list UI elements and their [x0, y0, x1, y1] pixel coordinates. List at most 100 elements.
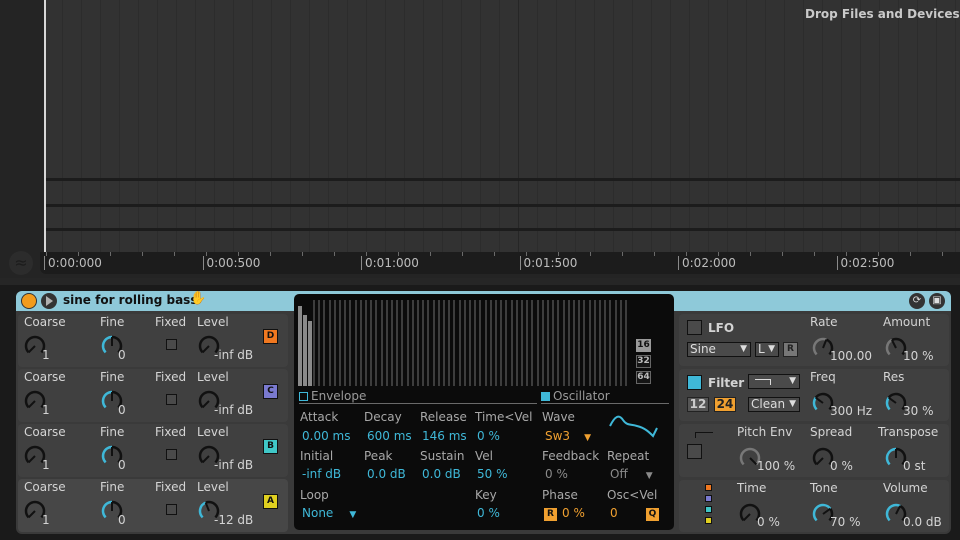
harmonic-bar[interactable] [298, 306, 302, 386]
harmonic-bar[interactable] [344, 300, 347, 386]
oscvel-quantize-button[interactable]: Q [646, 508, 659, 521]
harmonic-bar[interactable] [448, 300, 451, 386]
harmonic-bar[interactable] [401, 300, 404, 386]
harmonic-bar[interactable] [479, 300, 482, 386]
harmonic-bar[interactable] [328, 300, 331, 386]
harmonic-bar[interactable] [593, 300, 596, 386]
waveform-toggle-icon[interactable]: ≈ [9, 251, 33, 275]
harmonic-bar[interactable] [495, 300, 497, 386]
wave-dropdown[interactable]: Sw3 ▼ [545, 429, 591, 443]
harmonic-bar[interactable] [541, 300, 544, 386]
harmonic-bar[interactable] [443, 300, 445, 386]
lfo-wave-dropdown[interactable]: Sine ▼ [687, 342, 751, 357]
lfo-range-dropdown[interactable]: L ▼ [755, 342, 779, 357]
harmonic-bar[interactable] [370, 300, 373, 386]
feedback-value[interactable]: 0 % [545, 467, 568, 481]
harmonic-bar[interactable] [437, 300, 440, 386]
attack-value[interactable]: 0.00 ms [302, 429, 350, 443]
amount-value[interactable]: 10 % [903, 349, 934, 363]
slope-12-button[interactable]: 12 [687, 397, 709, 412]
save-preset-icon[interactable]: ▣ [929, 293, 945, 309]
oscillator-section-header[interactable]: Oscillator [541, 390, 669, 404]
harmonic-bar[interactable] [359, 300, 362, 386]
harmonic-bar[interactable] [573, 300, 575, 386]
harmonic-bar[interactable] [484, 300, 487, 386]
vel-value[interactable]: 50 % [477, 467, 508, 481]
pitch-env-toggle[interactable] [687, 444, 702, 459]
harmonic-bar[interactable] [303, 315, 307, 386]
harmonic-bar[interactable] [417, 300, 419, 386]
harmonic-bar[interactable] [380, 300, 383, 386]
release-value[interactable]: 146 ms [422, 429, 467, 443]
harmonic-bar[interactable] [609, 300, 612, 386]
harmonic-bar[interactable] [391, 300, 393, 386]
harmonic-bar[interactable] [458, 300, 461, 386]
spread-value[interactable]: 0 % [830, 459, 853, 473]
decay-value[interactable]: 600 ms [367, 429, 412, 443]
harmonic-bar[interactable] [547, 300, 549, 386]
harmonic-bar[interactable] [339, 300, 341, 386]
harmonic-bar[interactable] [385, 300, 388, 386]
tone-value[interactable]: 70 % [830, 515, 861, 529]
key-value[interactable]: 0 % [477, 506, 500, 520]
freq-value[interactable]: 300 Hz [830, 404, 872, 418]
fixed-checkbox[interactable] [166, 504, 177, 515]
harmonic-bar[interactable] [557, 300, 560, 386]
harmonic-bar[interactable] [318, 300, 321, 386]
time-ruler[interactable]: 0:00:000 0:00:500 0:01:000 0:01:500 0:02:000… [40, 252, 960, 274]
harmonic-bar[interactable] [313, 300, 315, 386]
loop-dropdown[interactable]: None ▼ [302, 506, 356, 520]
harmonic-bar[interactable] [354, 300, 357, 386]
playhead[interactable] [44, 0, 46, 256]
harmonic-bar[interactable] [427, 300, 430, 386]
operator-d-badge[interactable]: D [263, 329, 278, 344]
harmonic-bar[interactable] [531, 300, 534, 386]
harmonic-bar[interactable] [406, 300, 409, 386]
harmonic-bar[interactable] [510, 300, 513, 386]
harmonic-bar[interactable] [521, 300, 523, 386]
timevel-value[interactable]: 0 % [477, 429, 500, 443]
harmonic-bar[interactable] [500, 300, 503, 386]
operator-b-badge[interactable]: B [263, 439, 278, 454]
operator-a-badge[interactable]: A [263, 494, 278, 509]
sustain-value[interactable]: 0.0 dB [422, 467, 461, 481]
harmonics-editor[interactable] [298, 300, 628, 386]
harmonic-bar[interactable] [505, 300, 508, 386]
harmonics-size-64-button[interactable]: 64 [636, 371, 651, 384]
oscvel-value[interactable]: 0 [610, 506, 618, 520]
harmonic-bar[interactable] [333, 300, 336, 386]
repeat-dropdown[interactable]: Off ▼ [610, 467, 653, 481]
harmonic-bar[interactable] [489, 300, 492, 386]
phase-retrigger-button[interactable]: R [544, 508, 557, 521]
harmonic-bar[interactable] [411, 300, 414, 386]
harmonics-size-32-button[interactable]: 32 [636, 355, 651, 368]
harmonic-bar[interactable] [562, 300, 565, 386]
harmonic-bar[interactable] [614, 300, 617, 386]
harmonic-bar[interactable] [308, 320, 312, 386]
phase-value[interactable]: 0 % [562, 506, 585, 520]
harmonic-bar[interactable] [599, 300, 601, 386]
filter-circuit-dropdown[interactable]: Clean ▼ [748, 397, 800, 412]
fixed-checkbox[interactable] [166, 449, 177, 460]
rate-value[interactable]: 100.00 [830, 349, 872, 363]
transpose-value[interactable]: 0 st [903, 459, 925, 473]
envelope-section-header[interactable]: Envelope [299, 390, 537, 404]
harmonic-bar[interactable] [625, 300, 627, 386]
volume-value[interactable]: 0.0 dB [903, 515, 942, 529]
peak-value[interactable]: 0.0 dB [367, 467, 406, 481]
lfo-toggle[interactable] [687, 320, 702, 335]
harmonic-bar[interactable] [526, 300, 529, 386]
harmonic-bar[interactable] [422, 300, 425, 386]
harmonic-bar[interactable] [349, 300, 352, 386]
harmonic-bar[interactable] [453, 300, 456, 386]
initial-value[interactable]: -inf dB [302, 467, 341, 481]
hot-swap-icon[interactable]: ⟳ [909, 293, 925, 309]
harmonic-bar[interactable] [515, 300, 518, 386]
harmonic-bar[interactable] [474, 300, 477, 386]
harmonic-bar[interactable] [578, 300, 581, 386]
harmonic-bar[interactable] [375, 300, 378, 386]
track-lane[interactable] [44, 0, 960, 252]
harmonic-bar[interactable] [463, 300, 466, 386]
filter-type-dropdown[interactable]: ▼ [748, 374, 800, 389]
slope-24-button[interactable]: 24 [714, 397, 736, 412]
